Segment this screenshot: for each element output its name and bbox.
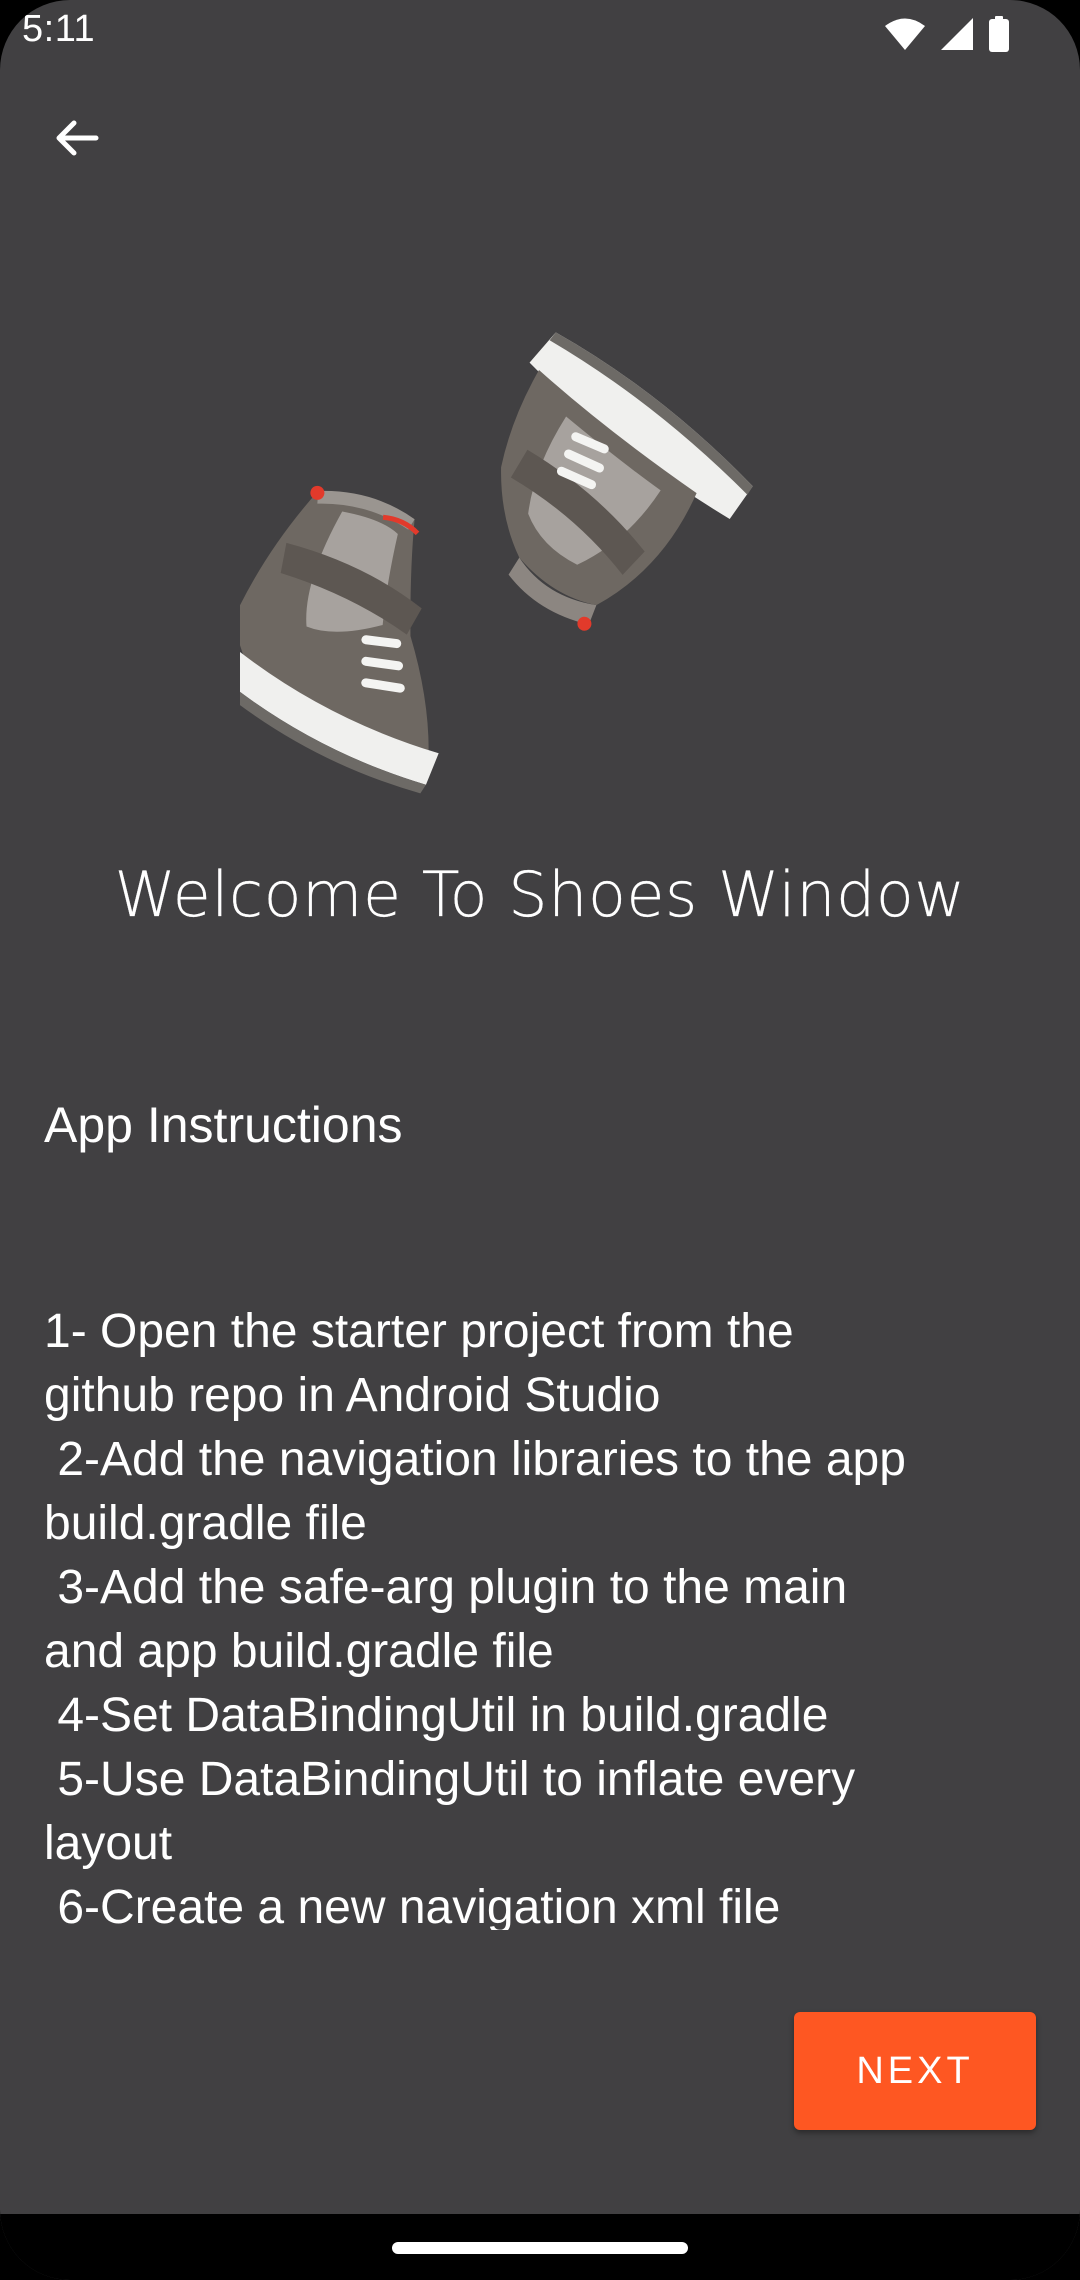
welcome-title: Welcome To Shoes Window [114, 858, 966, 931]
status-icons [884, 14, 1010, 54]
instructions-body: 1- Open the starter project from the git… [44, 1305, 906, 1930]
cellular-signal-icon [940, 17, 974, 51]
status-time: 5:11 [22, 8, 96, 50]
instructions-scroll-area[interactable]: 1- Open the starter project from the git… [44, 1300, 1044, 1930]
wifi-icon [884, 17, 926, 51]
next-button[interactable]: NEXT [794, 2012, 1036, 2130]
instructions-heading: App Instructions [44, 1097, 403, 1153]
sneakers-image [197, 310, 840, 850]
back-arrow-icon [52, 114, 100, 167]
status-bar: 5:11 [0, 0, 1080, 66]
battery-icon [988, 16, 1010, 52]
back-button[interactable] [36, 100, 116, 180]
app-screen: 5:11 Welcome To Shoes Window App Instruc… [0, 0, 1080, 2280]
home-indicator[interactable] [392, 2242, 688, 2254]
